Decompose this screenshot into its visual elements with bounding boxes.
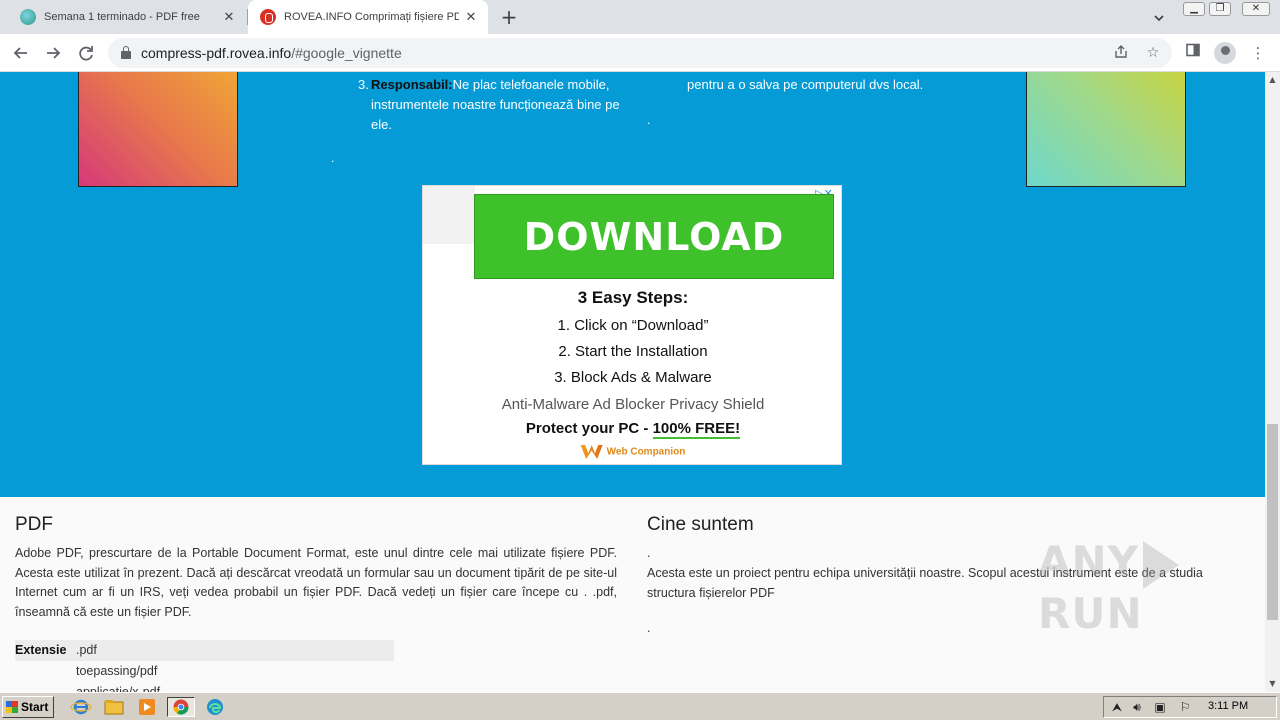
- system-tray: ⮝ 🔊︎ ▣ ⚐ 3:11 PM: [1103, 696, 1277, 718]
- advertisement[interactable]: ▷✕ DOWNLOAD 3 Easy Steps: 1. Click on “D…: [422, 185, 842, 465]
- feature-number: 3.: [358, 77, 369, 92]
- ad-protect-line: Protect your PC - 100% FREE!: [423, 420, 843, 439]
- minimize-icon[interactable]: ▁: [1183, 2, 1205, 16]
- forward-icon[interactable]: [42, 42, 64, 64]
- tab-close-icon[interactable]: ✕: [464, 10, 478, 24]
- ad-protect-prefix: Protect your PC -: [525, 420, 653, 437]
- tab-search-icon[interactable]: [1152, 10, 1166, 24]
- stray-dot: .: [331, 152, 335, 165]
- tab-semana[interactable]: Semana 1 terminado - PDF free ✕: [8, 0, 246, 34]
- windows-logo-icon: [6, 701, 18, 713]
- feature-bold-label: Responsabil:: [371, 77, 453, 92]
- url-domain: compress-pdf.rovea.info: [141, 45, 292, 61]
- windows-taskbar: Start ⮝ 🔊︎ ▣ ⚐ 3:11 PM: [0, 692, 1280, 720]
- ad-steps-title: 3 Easy Steps:: [577, 288, 689, 307]
- new-tab-button[interactable]: +: [498, 7, 520, 27]
- reload-icon[interactable]: [75, 42, 97, 64]
- restore-icon[interactable]: ❐: [1209, 2, 1231, 16]
- tray-expand-icon[interactable]: ⮝: [1110, 700, 1124, 714]
- scroll-thumb[interactable]: [1267, 424, 1278, 620]
- url-path: /#google_vignette: [291, 45, 402, 61]
- stray-dot: .: [647, 114, 651, 127]
- ad-brand: Web Companion: [423, 445, 843, 459]
- about-trailing-dot: .: [647, 621, 651, 635]
- url-text[interactable]: compress-pdf.rovea.info/#google_vignette: [141, 45, 402, 61]
- site-favicon-icon: [20, 9, 36, 25]
- feature-image-left: [78, 72, 238, 187]
- watermark-left: ANY: [1038, 537, 1140, 586]
- star-icon[interactable]: ☆: [1144, 44, 1162, 62]
- explorer-folder-icon[interactable]: [103, 697, 125, 717]
- address-bar[interactable]: compress-pdf.rovea.info/#google_vignette…: [108, 38, 1172, 68]
- media-player-icon[interactable]: [136, 697, 158, 717]
- opera-favicon-icon: [260, 9, 276, 25]
- extension-key: Extensie: [15, 643, 67, 657]
- share-icon[interactable]: [1112, 44, 1130, 62]
- vertical-scrollbar[interactable]: ▲ ▼: [1265, 72, 1280, 692]
- ad-step: 3. Block Ads & Malware: [554, 369, 712, 386]
- profile-icon[interactable]: [1214, 42, 1236, 64]
- feature-item-responsive: Responsabil:Ne plac telefoanele mobile, …: [371, 75, 621, 135]
- tab-strip: Semana 1 terminado - PDF free ✕ ROVEA.IN…: [0, 0, 1280, 34]
- ad-corner: [423, 186, 475, 244]
- sidepanel-icon[interactable]: [1182, 42, 1204, 64]
- ad-brand-name: Web Companion: [606, 446, 686, 458]
- ad-step: 2. Start the Installation: [558, 343, 708, 360]
- features-band: 3. Responsabil:Ne plac telefoanele mobil…: [0, 72, 1265, 497]
- tab-rovea[interactable]: ROVEA.INFO Comprimați fișiere PDF ✕: [248, 0, 488, 34]
- volume-icon[interactable]: 🔊︎: [1130, 700, 1144, 714]
- pdf-heading: PDF: [15, 514, 53, 535]
- browser-toolbar: compress-pdf.rovea.info/#google_vignette…: [0, 34, 1280, 72]
- extension-value: .pdf: [76, 643, 97, 657]
- menu-icon[interactable]: ⋮: [1247, 42, 1269, 64]
- anyrun-watermark: ANYRUN: [1038, 537, 1280, 638]
- ad-tagline: Anti-Malware Ad Blocker Privacy Shield: [501, 396, 765, 413]
- start-button[interactable]: Start: [2, 696, 54, 718]
- chrome-icon[interactable]: [167, 697, 195, 717]
- network-icon[interactable]: ▣: [1153, 700, 1167, 714]
- feature-image-right: [1026, 72, 1186, 187]
- ad-step: 1. Click on “Download”: [557, 317, 709, 334]
- internet-explorer-icon[interactable]: [70, 697, 92, 717]
- tab-title: ROVEA.INFO Comprimați fișiere PDF: [284, 11, 459, 23]
- table-row: Extensie .pdf: [15, 640, 394, 661]
- table-row: toepassing/pdf: [76, 664, 158, 678]
- play-icon: [1143, 540, 1180, 589]
- action-center-flag-icon[interactable]: ⚐: [1178, 700, 1192, 714]
- ad-free-label: 100% FREE!: [652, 420, 741, 439]
- tab-close-icon[interactable]: ✕: [222, 10, 236, 24]
- ad-download-button[interactable]: DOWNLOAD: [474, 194, 834, 279]
- web-companion-logo-icon: [580, 445, 603, 459]
- tab-title: Semana 1 terminado - PDF free: [44, 11, 200, 23]
- about-dot: .: [647, 546, 651, 560]
- edge-icon[interactable]: [204, 697, 226, 717]
- table-row: applicatie/x-pdf: [76, 685, 161, 692]
- extension-table: Extensie .pdf toepassing/pdf applicatie/x…: [15, 640, 394, 692]
- system-clock[interactable]: 3:11 PM: [1208, 700, 1248, 712]
- watermark-right: RUN: [1038, 588, 1143, 638]
- pdf-description: Adobe PDF, prescurtare de la Portable Do…: [15, 546, 617, 619]
- feature-item-save: pentru a o salva pe computerul dvs local…: [687, 77, 924, 92]
- back-icon[interactable]: [10, 42, 32, 64]
- close-window-icon[interactable]: ✕: [1242, 2, 1270, 16]
- about-heading: Cine suntem: [647, 514, 754, 535]
- lock-icon[interactable]: [120, 46, 132, 60]
- scroll-up-icon[interactable]: ▲: [1268, 75, 1277, 84]
- start-label: Start: [21, 700, 49, 714]
- scroll-down-icon[interactable]: ▼: [1268, 679, 1277, 688]
